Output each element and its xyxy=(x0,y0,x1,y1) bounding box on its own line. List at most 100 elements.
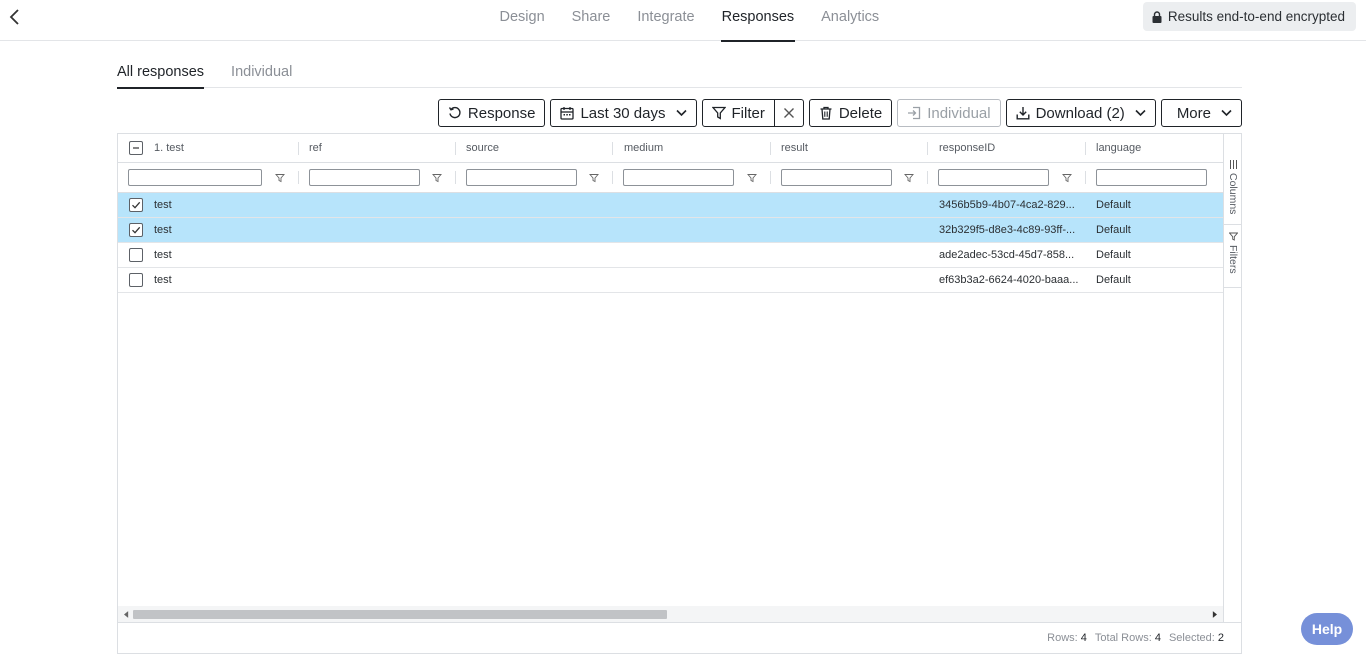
select-all-checkbox[interactable] xyxy=(129,134,143,162)
filters-panel-tab[interactable]: Filters xyxy=(1224,225,1242,288)
individual-view-button[interactable]: Individual xyxy=(897,99,1001,127)
cell-responseid: ef63b3a2-6624-4020-baaa... xyxy=(939,274,1079,286)
column-resize-handle[interactable] xyxy=(927,142,928,155)
cell-responseid: ade2adec-53cd-45d7-858... xyxy=(939,249,1075,261)
enter-icon xyxy=(908,106,921,120)
caret-right-icon xyxy=(1212,610,1217,618)
filter-label: Filter xyxy=(731,104,765,122)
encryption-badge: Results end-to-end encrypted xyxy=(1142,2,1356,31)
column-divider xyxy=(770,171,771,184)
filter-input-result[interactable] xyxy=(781,169,892,186)
filter-icon[interactable] xyxy=(275,173,285,183)
column-header-test[interactable]: 1. test xyxy=(154,134,184,162)
chevron-down-icon xyxy=(675,109,687,117)
filter-icon[interactable] xyxy=(432,173,442,183)
cell-responseid: 3456b5b9-4b07-4ca2-829... xyxy=(939,199,1075,211)
filter-input-test[interactable] xyxy=(128,169,262,186)
tab-integrate[interactable]: Integrate xyxy=(624,0,708,41)
column-divider xyxy=(612,171,613,184)
row-checkbox[interactable] xyxy=(129,248,143,262)
filter-input-medium[interactable] xyxy=(623,169,734,186)
scroll-left-arrow[interactable] xyxy=(121,609,131,619)
column-resize-handle[interactable] xyxy=(770,142,771,155)
table-row[interactable]: test ef63b3a2-6624-4020-baaa... Default xyxy=(118,268,1223,293)
cell-test: test xyxy=(154,274,172,286)
header-row: 1. test ref source medium result respons… xyxy=(118,134,1223,163)
cell-language: Default xyxy=(1096,199,1131,211)
filter-icon[interactable] xyxy=(1062,173,1072,183)
download-dropdown[interactable]: Download (2) xyxy=(1005,99,1156,127)
filter-icon[interactable] xyxy=(904,173,914,183)
cell-language: Default xyxy=(1096,224,1131,236)
chevron-left-icon xyxy=(9,9,19,25)
selected-count: Selected: 2 xyxy=(1169,632,1224,644)
more-dropdown[interactable]: More xyxy=(1160,99,1242,127)
filter-group: Filter xyxy=(701,99,804,127)
column-header-source[interactable]: source xyxy=(466,134,499,162)
grid-side-panel: Columns Filters xyxy=(1223,134,1242,622)
response-view-tabs: All responses Individual xyxy=(117,56,1242,89)
table-row[interactable]: test 32b329f5-d8e3-4c89-93ff-... Default xyxy=(118,218,1223,243)
filter-icon[interactable] xyxy=(747,173,757,183)
column-header-medium[interactable]: medium xyxy=(624,134,663,162)
trash-icon xyxy=(820,106,832,120)
encryption-label: Results end-to-end encrypted xyxy=(1167,9,1345,24)
horizontal-scrollbar[interactable] xyxy=(118,606,1223,622)
filter-input-ref[interactable] xyxy=(309,169,420,186)
filter-icon[interactable] xyxy=(589,173,599,183)
responses-toolbar: Response Last 30 days Filter Delete Indi… xyxy=(437,99,1242,127)
columns-icon xyxy=(1229,160,1237,169)
column-divider xyxy=(1085,171,1086,184)
grid-viewport: 1. test ref source medium result respons… xyxy=(118,134,1223,622)
individual-label: Individual xyxy=(927,104,991,122)
rows-count-value: 4 xyxy=(1080,632,1087,644)
response-label: Response xyxy=(467,104,536,122)
help-button[interactable]: Help xyxy=(1301,613,1353,645)
close-icon xyxy=(783,108,794,118)
calendar-icon xyxy=(560,107,575,120)
filter-input-source[interactable] xyxy=(466,169,577,186)
cell-language: Default xyxy=(1096,249,1131,261)
column-header-language[interactable]: language xyxy=(1096,134,1141,162)
response-refresh-button[interactable]: Response xyxy=(437,99,546,127)
date-range-dropdown[interactable]: Last 30 days xyxy=(550,99,697,127)
download-icon xyxy=(1016,107,1030,120)
filter-input-responseid[interactable] xyxy=(938,169,1049,186)
cell-test: test xyxy=(154,249,172,261)
tab-design[interactable]: Design xyxy=(486,0,558,41)
tab-individual[interactable]: Individual xyxy=(231,56,292,88)
tab-responses[interactable]: Responses xyxy=(708,0,808,42)
rows-count: Rows: 4 xyxy=(1047,632,1087,644)
column-resize-handle[interactable] xyxy=(1085,142,1086,155)
column-header-responseid[interactable]: responseID xyxy=(939,134,995,162)
row-checkbox[interactable] xyxy=(129,198,143,212)
columns-panel-tab[interactable]: Columns xyxy=(1224,153,1242,225)
column-resize-handle[interactable] xyxy=(612,142,613,155)
column-header-result[interactable]: result xyxy=(781,134,808,162)
tab-share[interactable]: Share xyxy=(558,0,624,41)
clear-filter-button[interactable] xyxy=(774,99,804,127)
row-checkbox[interactable] xyxy=(129,273,143,287)
filter-button[interactable]: Filter xyxy=(701,99,775,127)
delete-button[interactable]: Delete xyxy=(808,99,893,127)
table-row[interactable]: test ade2adec-53cd-45d7-858... Default xyxy=(118,243,1223,268)
lock-icon xyxy=(1152,10,1162,23)
row-checkbox[interactable] xyxy=(129,223,143,237)
column-resize-handle[interactable] xyxy=(455,142,456,155)
tab-analytics[interactable]: Analytics xyxy=(808,0,893,41)
table-row[interactable]: test 3456b5b9-4b07-4ca2-829... Default xyxy=(118,193,1223,218)
column-header-ref[interactable]: ref xyxy=(309,134,322,162)
filter-icon xyxy=(1228,232,1238,241)
delete-label: Delete xyxy=(838,104,883,122)
scrollbar-thumb[interactable] xyxy=(133,610,667,619)
filter-input-language[interactable] xyxy=(1096,169,1207,186)
cell-test: test xyxy=(154,224,172,236)
tab-all-responses[interactable]: All responses xyxy=(117,56,205,89)
date-range-label: Last 30 days xyxy=(580,104,666,122)
column-resize-handle[interactable] xyxy=(298,142,299,155)
column-filter-row xyxy=(118,163,1223,193)
scroll-right-arrow[interactable] xyxy=(1209,609,1219,619)
back-button[interactable] xyxy=(4,6,26,28)
refresh-icon xyxy=(448,106,461,119)
selected-count-label: Selected: xyxy=(1168,632,1215,644)
